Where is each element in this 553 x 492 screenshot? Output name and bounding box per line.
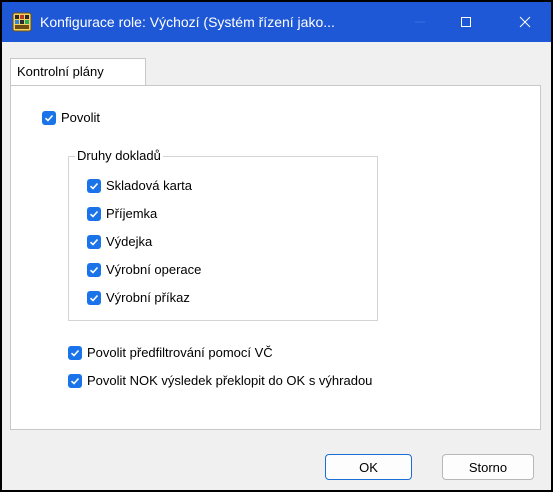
minimize-button[interactable] bbox=[397, 2, 443, 42]
dialog-window: Konfigurace role: Výchozí (Systém řízení… bbox=[0, 0, 553, 492]
checkbox-checked-icon bbox=[68, 373, 82, 388]
checkbox-checked-icon bbox=[68, 345, 82, 360]
maximize-button[interactable] bbox=[443, 2, 489, 42]
prefilter-label: Povolit předfiltrování pomocí VČ bbox=[87, 345, 273, 360]
doc-type-vyrobni-operace[interactable]: Výrobní operace bbox=[87, 262, 201, 277]
checkbox-checked-icon bbox=[87, 178, 101, 193]
close-button[interactable] bbox=[502, 2, 548, 42]
enable-label: Povolit bbox=[61, 110, 101, 125]
doc-type-vydejka[interactable]: Výdejka bbox=[87, 234, 152, 249]
tab-panel: Povolit Druhy dokladů Skladová karta Pří… bbox=[10, 85, 541, 430]
doc-type-label: Výrobní příkaz bbox=[106, 290, 190, 305]
doc-type-label: Výrobní operace bbox=[106, 262, 202, 277]
checkbox-checked-icon bbox=[87, 234, 101, 249]
app-grid-icon bbox=[12, 12, 32, 32]
prefilter-checkbox[interactable]: Povolit předfiltrování pomocí VČ bbox=[68, 345, 273, 360]
title-bar: Konfigurace role: Výchozí (Systém řízení… bbox=[2, 2, 551, 42]
cancel-button[interactable]: Storno bbox=[442, 454, 534, 480]
close-icon bbox=[519, 16, 531, 28]
tab-label: Kontrolní plány bbox=[17, 64, 104, 79]
ok-button[interactable]: OK bbox=[325, 454, 412, 480]
doc-type-label: Příjemka bbox=[106, 206, 158, 221]
nok-to-ok-label: Povolit NOK výsledek překlopit do OK s v… bbox=[87, 373, 373, 388]
tab-strip: Kontrolní plány bbox=[2, 42, 551, 88]
checkbox-checked-icon bbox=[42, 110, 56, 125]
doc-type-prijemka[interactable]: Příjemka bbox=[87, 206, 157, 221]
doc-types-group: Druhy dokladů Skladová karta Příjemka Vý… bbox=[68, 148, 378, 321]
enable-checkbox[interactable]: Povolit bbox=[42, 110, 100, 125]
tab-kontrolni-plany[interactable]: Kontrolní plány bbox=[10, 58, 146, 86]
nok-to-ok-checkbox[interactable]: Povolit NOK výsledek překlopit do OK s v… bbox=[68, 373, 372, 388]
group-legend: Druhy dokladů bbox=[75, 148, 163, 163]
doc-type-label: Skladová karta bbox=[106, 178, 192, 193]
checkbox-checked-icon bbox=[87, 290, 101, 305]
checkbox-checked-icon bbox=[87, 262, 101, 277]
doc-type-label: Výdejka bbox=[106, 234, 153, 249]
doc-type-skladova-karta[interactable]: Skladová karta bbox=[87, 178, 192, 193]
dialog-footer: OK Storno bbox=[2, 430, 551, 490]
window-title: Konfigurace role: Výchozí (Systém řízení… bbox=[40, 14, 335, 30]
doc-type-vyrobni-prikaz[interactable]: Výrobní příkaz bbox=[87, 290, 190, 305]
checkbox-checked-icon bbox=[87, 206, 101, 221]
